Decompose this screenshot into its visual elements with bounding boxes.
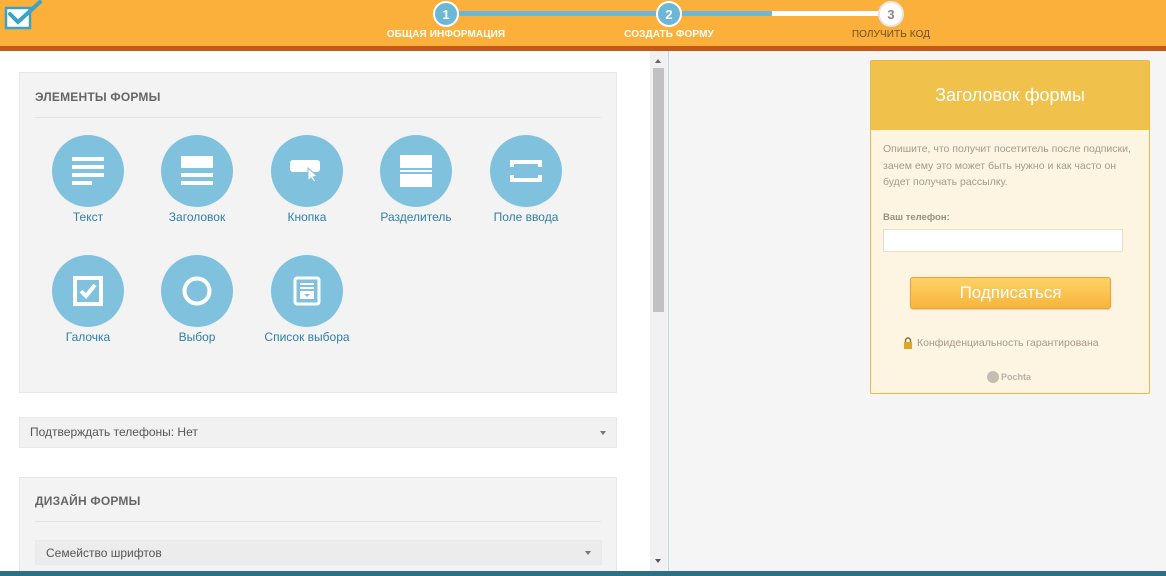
chevron-down-icon — [585, 551, 591, 555]
scroll-thumb[interactable] — [653, 68, 664, 312]
top-header: 1 2 3 ОБЩАЯ ИНФОРМАЦИЯ СОЗДАТЬ ФОРМУ ПОЛ… — [0, 0, 1166, 46]
brand-badge: Pochta — [987, 371, 1031, 383]
element-select-list-label: Список выбора — [264, 330, 350, 344]
element-input[interactable]: Поле ввода — [471, 135, 581, 225]
bottom-bar — [0, 571, 1166, 576]
confirm-phones-value: Подтверждать телефоны: Нет — [30, 425, 198, 439]
element-heading-label: Заголовок — [168, 210, 226, 224]
element-divider-label: Разделитель — [380, 210, 452, 224]
brand-logo-icon — [987, 371, 999, 383]
editor-panel: ЭЛЕМЕНТЫ ФОРМЫ Текст Заголовок Кнопка Ра… — [0, 51, 650, 571]
step-3-circle[interactable]: 3 — [878, 1, 904, 27]
radio-circle-icon — [182, 276, 212, 306]
step-2-circle[interactable]: 2 — [656, 1, 682, 27]
element-button[interactable]: Кнопка — [252, 135, 362, 225]
step-track-completed — [446, 11, 772, 16]
lock-icon — [904, 337, 912, 349]
form-preview: Заголовок формы Опишите, что получит пос… — [870, 60, 1150, 394]
preview-description[interactable]: Опишите, что получит посетитель после по… — [883, 141, 1139, 191]
button-cursor-icon — [290, 160, 320, 182]
editor-scrollbar[interactable] — [650, 51, 667, 571]
step-2-number: 2 — [665, 6, 673, 22]
form-elements-divider — [35, 117, 601, 118]
step-1-label: ОБЩАЯ ИНФОРМАЦИЯ — [386, 29, 506, 40]
element-button-label: Кнопка — [287, 210, 327, 224]
step-2-label: СОЗДАТЬ ФОРМУ — [624, 29, 714, 40]
scroll-up-arrow-icon[interactable] — [655, 59, 661, 63]
element-checkbox[interactable]: Галочка — [33, 255, 143, 345]
element-select-list[interactable]: Список выбора — [252, 255, 362, 345]
checkbox-icon — [73, 276, 103, 306]
element-heading[interactable]: Заголовок — [142, 135, 252, 225]
step-3-number: 3 — [887, 6, 895, 22]
progress-stepper: 1 2 3 ОБЩАЯ ИНФОРМАЦИЯ СОЗДАТЬ ФОРМУ ПОЛ… — [0, 0, 1166, 46]
element-text-label: Текст — [72, 210, 104, 224]
text-lines-icon — [72, 157, 104, 185]
divider-icon — [400, 155, 432, 187]
input-field-icon — [510, 160, 542, 182]
element-choice[interactable]: Выбор — [142, 255, 252, 345]
confirm-phones-select[interactable]: Подтверждать телефоны: Нет — [19, 417, 617, 448]
element-checkbox-label: Галочка — [65, 330, 111, 344]
scroll-down-arrow-icon[interactable] — [655, 559, 661, 563]
heading-icon — [181, 156, 213, 185]
phone-input[interactable] — [883, 229, 1123, 252]
step-1-number: 1 — [442, 6, 450, 22]
font-family-value: Семейство шрифтов — [46, 546, 162, 560]
element-divider[interactable]: Разделитель — [361, 135, 471, 225]
element-text[interactable]: Текст — [33, 135, 143, 225]
form-elements-title: ЭЛЕМЕНТЫ ФОРМЫ — [35, 90, 161, 104]
phone-field-label: Ваш телефон: — [883, 212, 950, 223]
step-track-remaining — [772, 11, 890, 16]
form-design-divider — [35, 521, 601, 522]
element-input-label: Поле ввода — [493, 210, 559, 224]
form-design-title: ДИЗАЙН ФОРМЫ — [35, 494, 141, 508]
element-choice-label: Выбор — [178, 330, 216, 344]
form-elements-card: ЭЛЕМЕНТЫ ФОРМЫ Текст Заголовок Кнопка Ра… — [19, 72, 617, 393]
brand-name: Pochta — [1001, 372, 1032, 382]
subscribe-button[interactable]: Подписаться — [910, 277, 1111, 309]
dropdown-list-icon — [293, 276, 321, 306]
privacy-note: Конфиденциальность гарантирована — [903, 337, 1099, 349]
step-3-label: ПОЛУЧИТЬ КОД — [851, 29, 931, 40]
chevron-down-icon — [600, 431, 606, 435]
step-1-circle[interactable]: 1 — [433, 1, 459, 27]
preview-title[interactable]: Заголовок формы — [871, 61, 1149, 130]
form-design-card: ДИЗАЙН ФОРМЫ Семейство шрифтов — [19, 477, 617, 571]
font-family-select[interactable]: Семейство шрифтов — [35, 540, 602, 565]
privacy-text: Конфиденциальность гарантирована — [917, 337, 1099, 349]
